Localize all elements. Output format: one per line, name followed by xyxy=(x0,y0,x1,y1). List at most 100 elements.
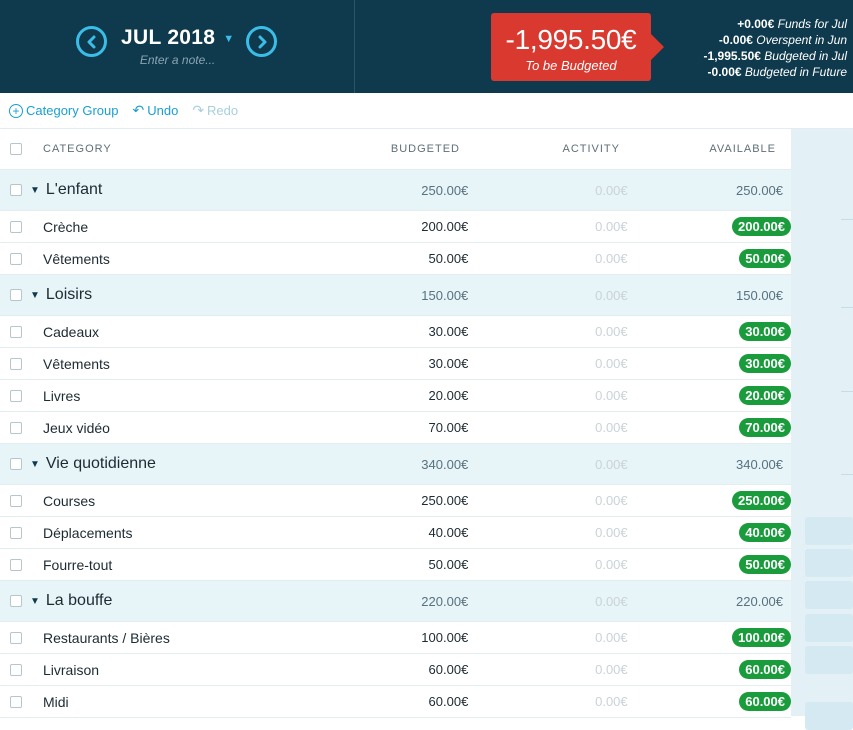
category-checkbox[interactable] xyxy=(10,558,22,571)
header-available[interactable]: AVAILABLE xyxy=(620,143,776,155)
category-available[interactable]: 40.00€ xyxy=(628,523,791,542)
category-activity[interactable]: 0.00€ xyxy=(468,251,628,266)
category-budgeted[interactable]: 250.00€ xyxy=(344,493,468,508)
category-row[interactable]: Livres 20.00€ 0.00€ 20.00€ xyxy=(0,380,791,412)
category-row[interactable]: Vêtements 50.00€ 0.00€ 50.00€ xyxy=(0,243,791,275)
category-checkbox[interactable] xyxy=(10,325,22,338)
group-name-label[interactable]: L'enfant xyxy=(46,181,102,199)
group-name-label[interactable]: Vie quotidienne xyxy=(46,455,156,473)
category-checkbox[interactable] xyxy=(10,663,22,676)
category-available[interactable]: 50.00€ xyxy=(628,249,791,268)
category-activity[interactable]: 0.00€ xyxy=(468,662,628,677)
category-activity[interactable]: 0.00€ xyxy=(468,388,628,403)
category-activity[interactable]: 0.00€ xyxy=(468,219,628,234)
previous-month-button[interactable] xyxy=(76,26,107,57)
category-checkbox[interactable] xyxy=(10,695,22,708)
group-checkbox[interactable] xyxy=(10,184,22,196)
category-activity[interactable]: 0.00€ xyxy=(468,420,628,435)
category-activity[interactable]: 0.00€ xyxy=(468,694,628,709)
available-balance-pill[interactable]: 60.00€ xyxy=(739,692,791,711)
month-selector[interactable]: JUL 2018 ▼ Enter a note... xyxy=(121,26,234,67)
category-row[interactable]: Restaurants / Bières 100.00€ 0.00€ 100.00€ xyxy=(0,622,791,654)
category-checkbox[interactable] xyxy=(10,357,22,370)
category-row[interactable]: Jeux vidéo 70.00€ 0.00€ 70.00€ xyxy=(0,412,791,444)
category-available[interactable]: 250.00€ xyxy=(628,491,791,510)
category-row[interactable]: Vêtements 30.00€ 0.00€ 30.00€ xyxy=(0,348,791,380)
category-row[interactable]: Courses 250.00€ 0.00€ 250.00€ xyxy=(0,485,791,517)
select-all-checkbox[interactable] xyxy=(10,143,22,155)
category-row[interactable]: Cadeaux 30.00€ 0.00€ 30.00€ xyxy=(0,316,791,348)
category-checkbox[interactable] xyxy=(10,252,22,265)
category-budgeted[interactable]: 20.00€ xyxy=(344,388,469,403)
category-name[interactable]: Midi xyxy=(43,694,344,710)
available-balance-pill[interactable]: 40.00€ xyxy=(739,523,791,542)
collapse-caret-icon[interactable]: ▼ xyxy=(30,596,40,607)
category-row[interactable]: Crèche 200.00€ 0.00€ 200.00€ xyxy=(0,211,791,243)
category-row[interactable]: Livraison 60.00€ 0.00€ 60.00€ xyxy=(0,654,791,686)
category-name[interactable]: Vêtements xyxy=(43,356,344,372)
available-balance-pill[interactable]: 60.00€ xyxy=(739,660,791,679)
available-balance-pill[interactable]: 100.00€ xyxy=(732,628,791,647)
category-group-row[interactable]: ▼ Vie quotidienne 340.00€ 0.00€ 340.00€ xyxy=(0,444,791,485)
category-checkbox[interactable] xyxy=(10,220,22,233)
category-name[interactable]: Livraison xyxy=(43,662,344,678)
category-activity[interactable]: 0.00€ xyxy=(468,356,628,371)
category-available[interactable]: 50.00€ xyxy=(628,555,791,574)
category-name[interactable]: Cadeaux xyxy=(43,324,344,340)
month-note-field[interactable]: Enter a note... xyxy=(140,53,215,67)
category-budgeted[interactable]: 60.00€ xyxy=(344,694,469,709)
category-name[interactable]: Déplacements xyxy=(43,525,344,541)
group-checkbox[interactable] xyxy=(10,595,22,607)
available-balance-pill[interactable]: 30.00€ xyxy=(739,354,791,373)
category-available[interactable]: 70.00€ xyxy=(628,418,791,437)
group-checkbox[interactable] xyxy=(10,458,22,470)
available-balance-pill[interactable]: 70.00€ xyxy=(739,418,791,437)
category-checkbox[interactable] xyxy=(10,421,22,434)
category-name[interactable]: Crèche xyxy=(43,219,344,235)
category-name[interactable]: Jeux vidéo xyxy=(43,420,344,436)
next-month-button[interactable] xyxy=(246,26,278,57)
category-budgeted[interactable]: 30.00€ xyxy=(344,356,469,371)
redo-button[interactable]: ↷ Redo xyxy=(192,102,238,119)
undo-button[interactable]: ↶ Undo xyxy=(133,102,179,119)
category-activity[interactable]: 0.00€ xyxy=(468,630,628,645)
category-budgeted[interactable]: 60.00€ xyxy=(344,662,469,677)
category-group-row[interactable]: ▼ La bouffe 220.00€ 0.00€ 220.00€ xyxy=(0,581,791,622)
to-be-budgeted-badge[interactable]: -1,995.50€ To be Budgeted xyxy=(491,13,664,81)
group-name-label[interactable]: Loisirs xyxy=(46,286,92,304)
category-activity[interactable]: 0.00€ xyxy=(468,324,628,339)
month-label[interactable]: JUL 2018 xyxy=(121,26,215,50)
category-checkbox[interactable] xyxy=(10,631,22,644)
collapse-caret-icon[interactable]: ▼ xyxy=(30,459,40,470)
caret-down-icon[interactable]: ▼ xyxy=(223,33,234,45)
category-budgeted[interactable]: 30.00€ xyxy=(344,324,469,339)
available-balance-pill[interactable]: 250.00€ xyxy=(732,491,791,510)
category-name[interactable]: Courses xyxy=(43,493,344,509)
category-activity[interactable]: 0.00€ xyxy=(468,493,628,508)
group-name-label[interactable]: La bouffe xyxy=(46,592,112,610)
category-budgeted[interactable]: 40.00€ xyxy=(344,525,469,540)
category-available[interactable]: 60.00€ xyxy=(628,660,791,679)
category-available[interactable]: 60.00€ xyxy=(628,692,791,711)
group-name[interactable]: ▼ La bouffe xyxy=(30,592,344,610)
category-checkbox[interactable] xyxy=(10,526,22,539)
category-available[interactable]: 30.00€ xyxy=(628,354,791,373)
category-activity[interactable]: 0.00€ xyxy=(468,557,628,572)
available-balance-pill[interactable]: 200.00€ xyxy=(732,217,791,236)
category-budgeted[interactable]: 100.00€ xyxy=(344,630,468,645)
group-name[interactable]: ▼ L'enfant xyxy=(30,181,344,199)
category-name[interactable]: Fourre-tout xyxy=(43,557,344,573)
category-name[interactable]: Restaurants / Bières xyxy=(43,630,344,646)
category-row[interactable]: Déplacements 40.00€ 0.00€ 40.00€ xyxy=(0,517,791,549)
category-checkbox[interactable] xyxy=(10,389,22,402)
category-budgeted[interactable]: 50.00€ xyxy=(344,557,469,572)
category-group-row[interactable]: ▼ L'enfant 250.00€ 0.00€ 250.00€ xyxy=(0,170,791,211)
category-name[interactable]: Vêtements xyxy=(43,251,344,267)
category-row[interactable]: Midi 60.00€ 0.00€ 60.00€ xyxy=(0,686,791,718)
collapse-caret-icon[interactable]: ▼ xyxy=(30,290,40,301)
available-balance-pill[interactable]: 20.00€ xyxy=(739,386,791,405)
header-activity[interactable]: ACTIVITY xyxy=(460,143,620,155)
add-category-group-button[interactable]: + Category Group xyxy=(9,103,119,118)
available-balance-pill[interactable]: 50.00€ xyxy=(739,249,791,268)
category-available[interactable]: 100.00€ xyxy=(628,628,791,647)
